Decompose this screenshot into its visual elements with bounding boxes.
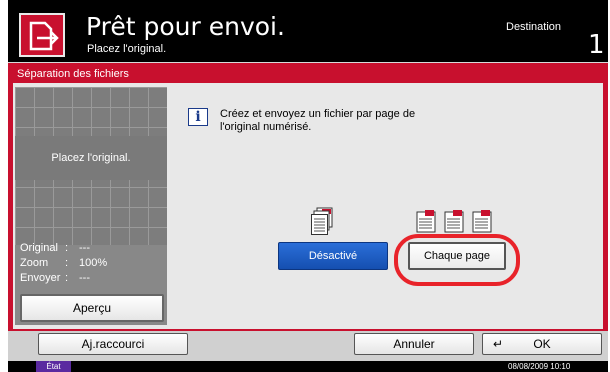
page-subtitle: Placez l'original. xyxy=(87,43,167,55)
info-message-line2: l'original numérisé. xyxy=(220,121,312,133)
add-shortcut-button[interactable]: Aj.raccourci xyxy=(38,333,188,355)
info-original-value: --- xyxy=(79,242,90,254)
info-envoyer-key: Envoyer xyxy=(20,272,61,284)
option-desactive-button[interactable]: Désactivé xyxy=(278,242,388,270)
state-label: État xyxy=(36,361,71,372)
ok-button[interactable]: ↵ OK xyxy=(482,333,602,355)
status-datetime: 08/08/2009 10:10 xyxy=(508,362,571,371)
cancel-button[interactable]: Annuler xyxy=(354,333,474,355)
enter-icon: ↵ xyxy=(493,337,504,351)
info-original-key: Original xyxy=(20,242,58,254)
info-message-line1: Créez et envoyez un fichier par page de xyxy=(220,108,416,120)
destination-count: 1 xyxy=(588,30,605,60)
info-icon: i xyxy=(188,108,208,126)
info-message: Créez et envoyez un fichier par page de … xyxy=(220,108,415,134)
info-zoom-sep: : xyxy=(65,257,69,269)
info-zoom: Zoom:100% xyxy=(20,257,107,270)
info-envoyer-sep: : xyxy=(65,272,69,284)
highlight-circle xyxy=(394,234,520,286)
destination-label: Destination xyxy=(506,21,562,33)
info-original: Original: --- xyxy=(20,242,90,255)
preview-message: Placez l'original. xyxy=(15,136,167,180)
preview-button[interactable]: Aperçu xyxy=(20,294,164,322)
panel-title: Séparation des fichiers xyxy=(17,68,129,80)
info-envoyer: Envoyer: --- xyxy=(20,272,90,285)
screen: Prêt pour envoi. Placez l'original. Dest… xyxy=(8,0,608,372)
info-zoom-key: Zoom xyxy=(20,257,49,269)
info-zoom-value: 100% xyxy=(79,257,108,269)
send-document-icon xyxy=(19,13,65,57)
ok-label: OK xyxy=(533,337,551,351)
single-file-icon xyxy=(311,207,333,235)
info-original-sep: : xyxy=(65,242,69,254)
info-envoyer-value: --- xyxy=(79,272,90,284)
page-title: Prêt pour envoi. xyxy=(86,12,285,41)
multiple-files-icon xyxy=(416,210,492,233)
